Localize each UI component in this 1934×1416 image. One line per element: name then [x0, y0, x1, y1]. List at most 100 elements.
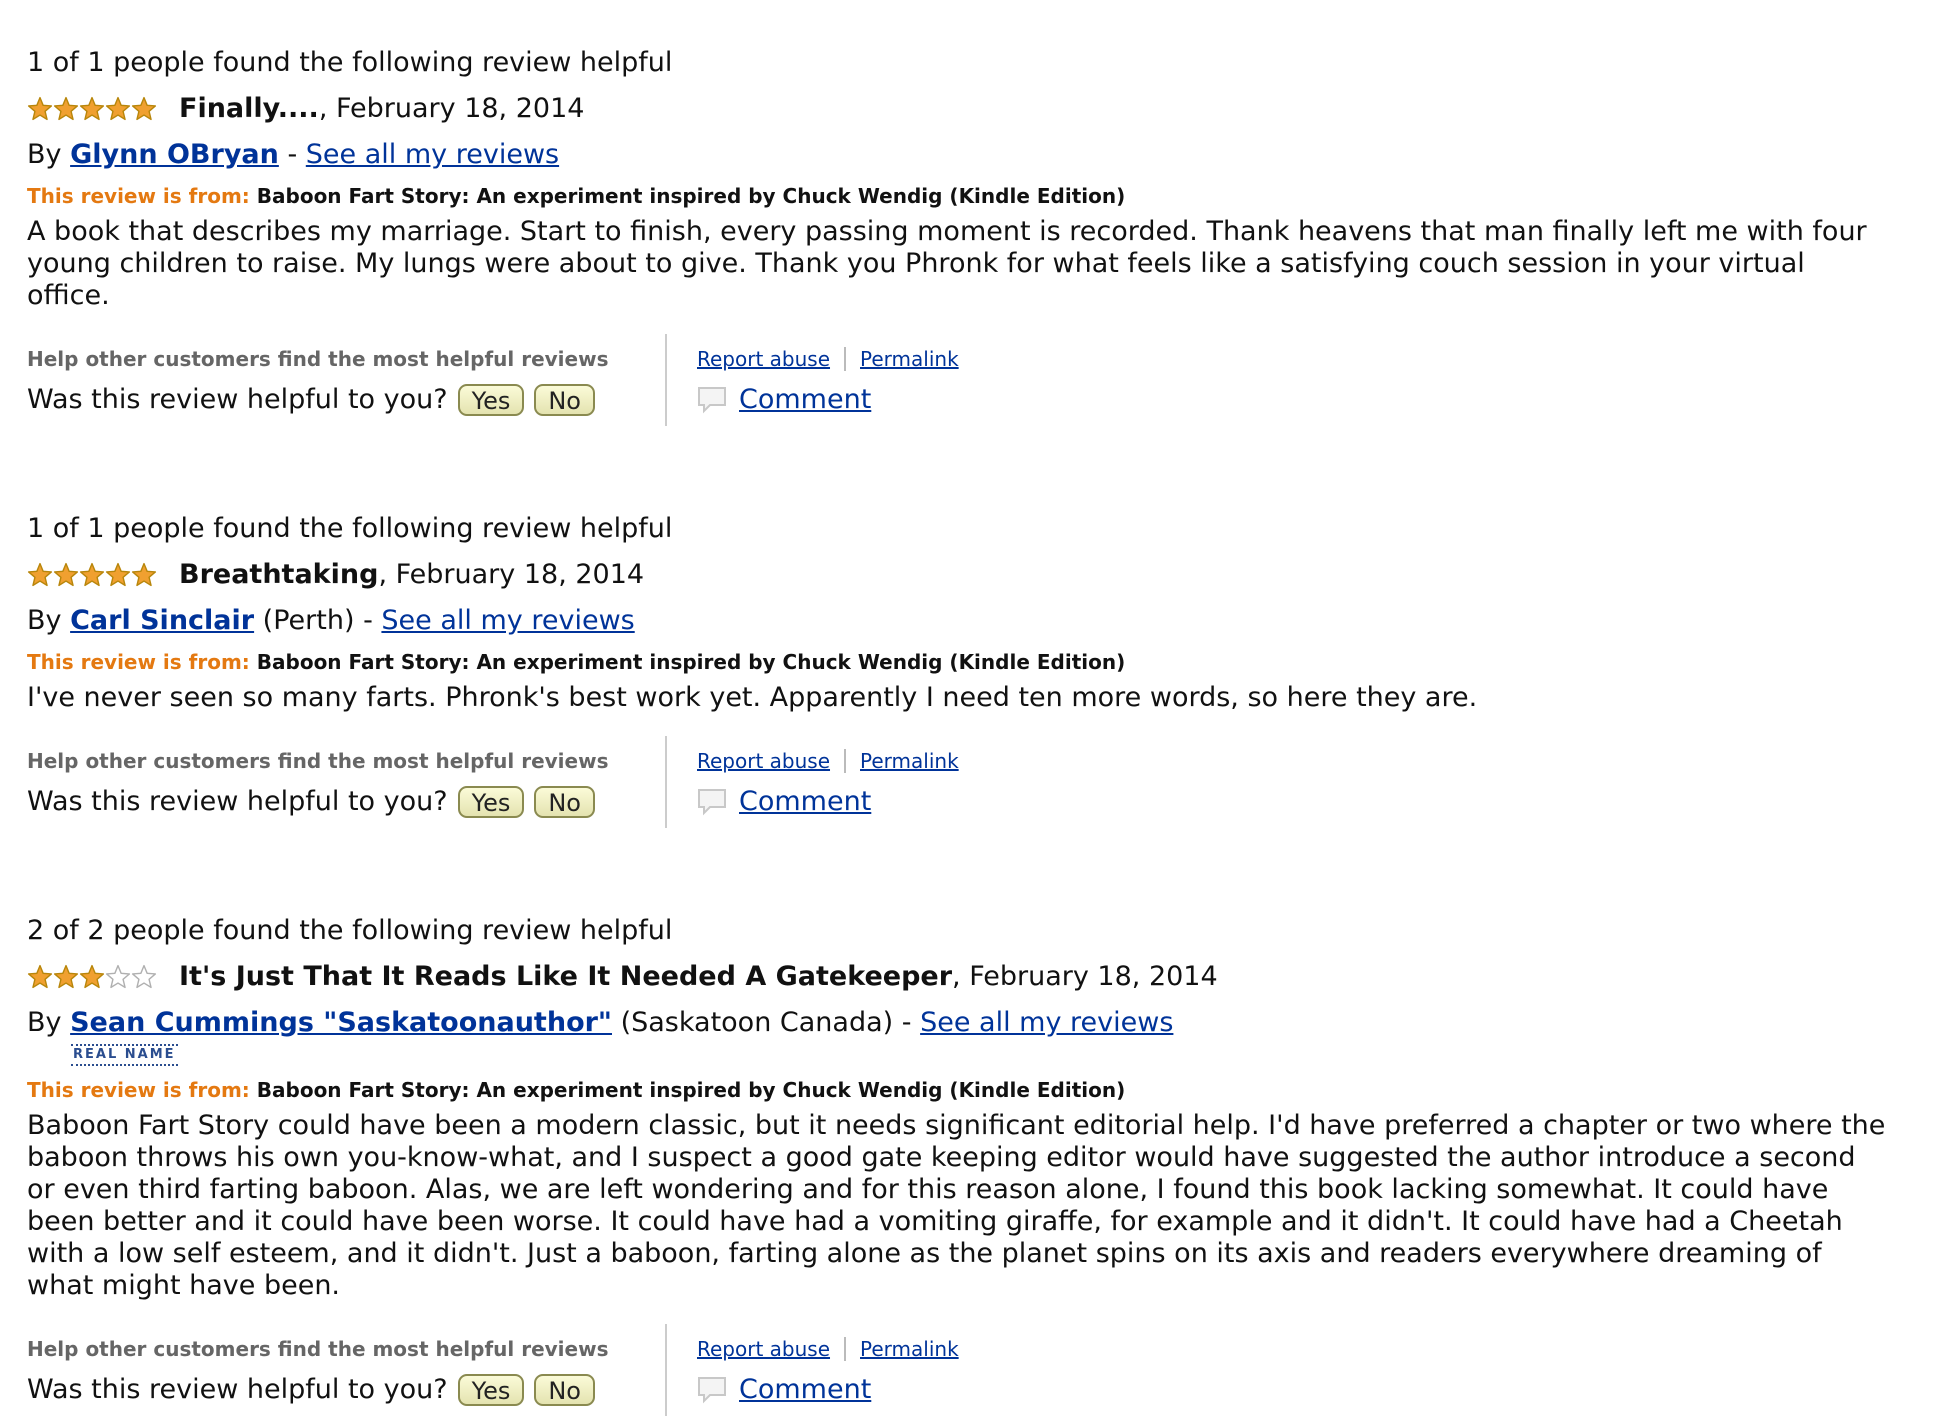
byline-separator: - [363, 605, 373, 636]
byline-separator: - [901, 1007, 912, 1038]
link-divider [844, 347, 847, 371]
help-label: Help other customers find the most helpf… [27, 1337, 609, 1361]
star-empty-icon [105, 964, 131, 989]
review-links-panel: Report abuse Permalink Comment [667, 1324, 959, 1416]
comment-link[interactable]: Comment [739, 784, 871, 820]
helpful-question-row: Was this review helpful to you? Yes No [27, 1372, 665, 1408]
review-list: 1 of 1 people found the following review… [27, 46, 1907, 1416]
review-source: This review is from: Baboon Fart Story: … [27, 1076, 1907, 1104]
star-filled-icon [79, 964, 105, 989]
review-header: Finally.... , February 18, 2014 [27, 92, 1907, 126]
review-actions: Help other customers find the most helpf… [27, 1324, 1907, 1416]
help-label: Help other customers find the most helpf… [27, 347, 609, 371]
report-abuse-link[interactable]: Report abuse [697, 1336, 830, 1362]
comment-row: Comment [697, 382, 959, 418]
review-links: Report abuse Permalink [697, 748, 959, 774]
permalink-link[interactable]: Permalink [860, 748, 959, 774]
review-body: I've never seen so many farts. Phronk's … [27, 682, 1478, 713]
review-source-product: Baboon Fart Story: An experiment inspire… [256, 1078, 1126, 1102]
star-filled-icon [27, 96, 53, 121]
link-divider [844, 1337, 847, 1361]
see-all-reviews-link[interactable]: See all my reviews [306, 139, 559, 170]
review-links-panel: Report abuse Permalink Comment [667, 334, 959, 426]
review-title: Breathtaking [179, 559, 379, 590]
star-empty-icon [131, 964, 157, 989]
helpful-question: Was this review helpful to you? [27, 384, 448, 415]
by-label: By [27, 139, 62, 170]
yes-button[interactable]: Yes [457, 384, 525, 416]
author-location: (Perth) [254, 605, 355, 636]
review-source: This review is from: Baboon Fart Story: … [27, 648, 1907, 676]
star-rating [27, 562, 157, 588]
real-name-badge[interactable]: REAL NAME [71, 1044, 178, 1066]
helpful-vote-panel: Help other customers find the most helpf… [27, 334, 667, 426]
review-date: , February 18, 2014 [378, 559, 645, 590]
no-button[interactable]: No [534, 786, 595, 818]
byline-separator: - [287, 139, 298, 170]
review-title: Finally.... [179, 93, 319, 124]
star-filled-icon [53, 96, 79, 121]
review-source-product: Baboon Fart Story: An experiment inspire… [256, 650, 1126, 674]
review-source-label: This review is from: [27, 1078, 250, 1102]
review-links: Report abuse Permalink [697, 1336, 959, 1362]
comment-link[interactable]: Comment [739, 1372, 871, 1408]
star-filled-icon [53, 964, 79, 989]
helpful-question: Was this review helpful to you? [27, 1374, 448, 1405]
see-all-reviews-link[interactable]: See all my reviews [920, 1007, 1173, 1038]
yes-button[interactable]: Yes [457, 1374, 525, 1406]
review-title: It's Just That It Reads Like It Needed A… [179, 961, 953, 992]
star-filled-icon [79, 96, 105, 121]
permalink-link[interactable]: Permalink [860, 1336, 959, 1362]
star-filled-icon [27, 964, 53, 989]
helpful-vote-panel: Help other customers find the most helpf… [27, 736, 667, 828]
review-item: 1 of 1 people found the following review… [27, 512, 1907, 828]
review-actions: Help other customers find the most helpf… [27, 736, 1907, 828]
review-date: , February 18, 2014 [318, 93, 585, 124]
byline: By Sean Cummings "Saskatoonauthor" (Sask… [27, 1006, 1907, 1040]
permalink-link[interactable]: Permalink [860, 346, 959, 372]
see-all-reviews-link[interactable]: See all my reviews [381, 605, 634, 636]
review-actions: Help other customers find the most helpf… [27, 334, 1907, 426]
review-source: This review is from: Baboon Fart Story: … [27, 182, 1907, 210]
review-item: 1 of 1 people found the following review… [27, 46, 1907, 426]
comment-bubble-icon[interactable] [697, 1376, 727, 1404]
no-button[interactable]: No [534, 1374, 595, 1406]
no-button[interactable]: No [534, 384, 595, 416]
review-body: A book that describes my marriage. Start… [27, 216, 1867, 311]
helpful-count: 1 of 1 people found the following review… [27, 513, 673, 544]
comment-link[interactable]: Comment [739, 382, 871, 418]
byline: By Glynn OBryan - See all my reviews [27, 138, 1907, 172]
helpful-question: Was this review helpful to you? [27, 786, 448, 817]
comment-bubble-icon[interactable] [697, 386, 727, 414]
report-abuse-link[interactable]: Report abuse [697, 346, 830, 372]
review-source-label: This review is from: [27, 184, 250, 208]
author-link[interactable]: Sean Cummings "Saskatoonauthor" [70, 1007, 612, 1038]
star-filled-icon [131, 96, 157, 121]
author-link[interactable]: Glynn OBryan [70, 139, 279, 170]
review-links: Report abuse Permalink [697, 346, 959, 372]
helpful-question-row: Was this review helpful to you? Yes No [27, 784, 665, 820]
review-item: 2 of 2 people found the following review… [27, 914, 1907, 1416]
star-filled-icon [105, 96, 131, 121]
star-filled-icon [131, 562, 157, 587]
author-location: (Saskatoon Canada) [612, 1007, 894, 1038]
helpful-count: 2 of 2 people found the following review… [27, 915, 673, 946]
star-filled-icon [53, 562, 79, 587]
report-abuse-link[interactable]: Report abuse [697, 748, 830, 774]
by-label: By [27, 605, 62, 636]
helpful-question-row: Was this review helpful to you? Yes No [27, 382, 665, 418]
star-filled-icon [79, 562, 105, 587]
star-rating [27, 96, 157, 122]
review-header: Breathtaking , February 18, 2014 [27, 558, 1907, 592]
review-links-panel: Report abuse Permalink Comment [667, 736, 959, 828]
yes-button[interactable]: Yes [457, 786, 525, 818]
help-label: Help other customers find the most helpf… [27, 749, 609, 773]
review-date: , February 18, 2014 [952, 961, 1218, 992]
author-link[interactable]: Carl Sinclair [70, 605, 254, 636]
comment-bubble-icon[interactable] [697, 788, 727, 816]
star-rating [27, 964, 157, 990]
helpful-vote-panel: Help other customers find the most helpf… [27, 1324, 667, 1416]
review-source-product: Baboon Fart Story: An experiment inspire… [256, 184, 1126, 208]
link-divider [844, 749, 847, 773]
comment-row: Comment [697, 784, 959, 820]
